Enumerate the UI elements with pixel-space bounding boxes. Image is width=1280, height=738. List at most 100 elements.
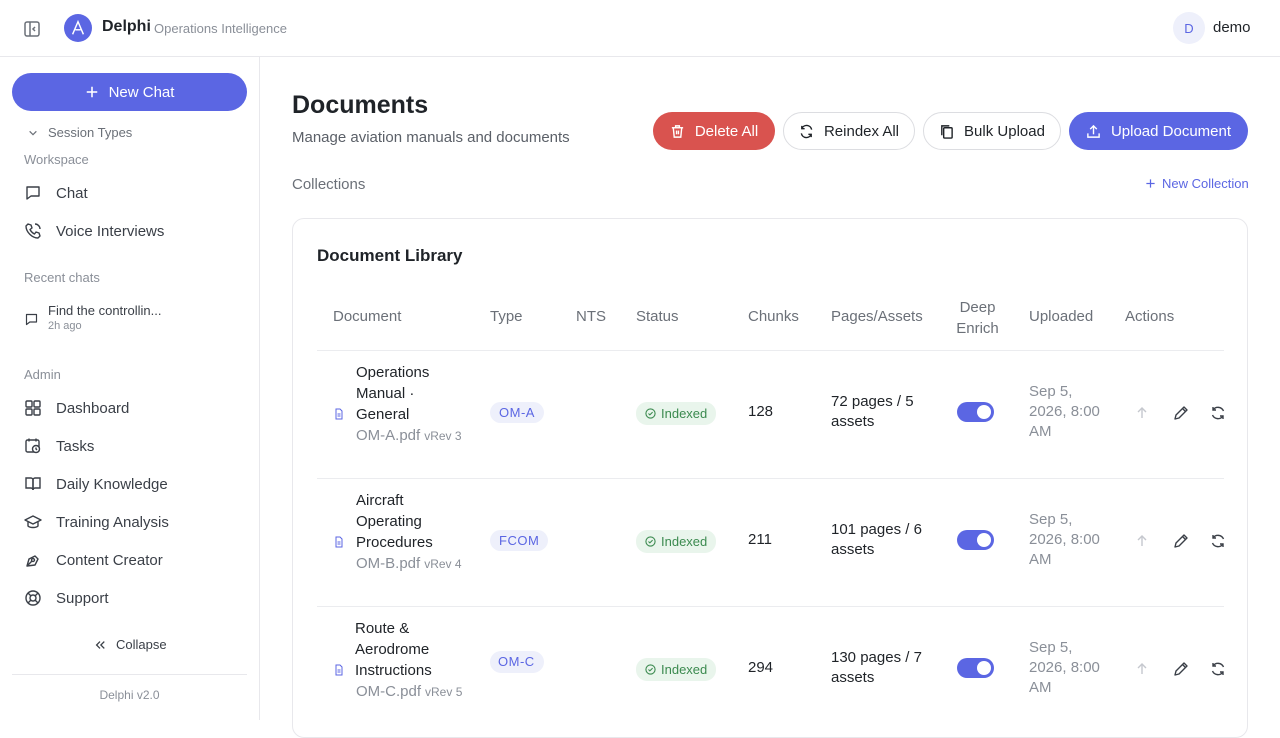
session-types-toggle[interactable]: Session Types [28,125,132,140]
app-subtitle: Operations Intelligence [154,21,287,36]
sidebar-item-label: Training Analysis [56,513,169,531]
recent-chat-time: 2h ago [48,320,82,332]
document-file: OM-A.pdf vRev 3 [356,426,486,446]
uploaded-value: Sep 5, 2026, 8:00 AM [1029,383,1100,440]
copy-icon [941,124,953,139]
recent-chats-label: Recent chats [24,270,100,285]
sidebar: New Chat Session Types Workspace Chat Vo… [0,57,260,720]
reindex-all-label: Reindex All [823,122,900,140]
document-file: OM-C.pdf vRev 5 [356,682,486,702]
admin-label: Admin [24,367,61,382]
table-row[interactable]: Aircraft Operating Procedures OM-B.pdf vR… [293,478,1247,606]
arrow-up-icon[interactable] [1133,532,1151,550]
workspace-label: Workspace [24,152,89,167]
new-collection-button[interactable]: New Collection [1145,176,1249,191]
edit-icon[interactable] [1172,532,1190,550]
logo-icon [64,14,92,42]
collapse-label: Collapse [116,637,167,652]
reindex-all-button[interactable]: Reindex All [783,112,915,150]
column-header-actions: Actions [1125,308,1175,325]
document-title: Route & Aerodrome Instructions [355,620,432,679]
status-label: Indexed [661,534,708,549]
sidebar-item-support[interactable]: Support [24,586,109,610]
column-header-chunks: Chunks [748,308,799,325]
status-label: Indexed [661,662,708,677]
sidebar-item-content-creator[interactable]: Content Creator [24,548,163,572]
pages-assets-value: 72 pages / 5 assets [831,393,914,430]
trash-icon [671,124,683,138]
recent-chat-item[interactable]: Find the controllin... 2h ago [24,303,161,332]
document-filename: OM-C.pdf [356,683,422,700]
sidebar-item-label: Content Creator [56,551,163,569]
bulk-upload-button[interactable]: Bulk Upload [923,112,1061,150]
column-header-uploaded: Uploaded [1029,308,1094,325]
deep-enrich-toggle[interactable] [957,530,994,550]
file-icon [335,408,343,420]
new-collection-label: New Collection [1162,176,1249,191]
document-library-title: Document Library [317,246,463,265]
status-label: Indexed [661,406,708,421]
type-badge: OM-C [490,651,544,673]
column-header-document: Document [333,308,402,325]
check-circle-icon [645,408,656,419]
sidebar-item-label: Support [56,589,109,607]
document-file: OM-B.pdf vRev 4 [356,554,486,574]
type-badge: FCOM [490,530,549,551]
check-circle-icon [645,536,656,547]
page-title: Documents [292,91,429,119]
table-row[interactable]: Route & Aerodrome Instructions OM-C.pdf v… [293,606,1247,734]
sidebar-item-tasks[interactable]: Tasks [24,434,94,458]
refresh-icon [800,124,813,138]
refresh-icon[interactable] [1209,660,1227,678]
arrow-up-icon[interactable] [1133,660,1151,678]
sidebar-item-training-analysis[interactable]: Training Analysis [24,510,169,534]
delete-all-label: Delete All [694,122,759,140]
refresh-icon[interactable] [1209,404,1227,422]
refresh-icon[interactable] [1209,532,1227,550]
plus-icon [86,86,97,98]
document-revision: vRev 4 [424,557,462,571]
deep-enrich-toggle[interactable] [957,402,994,422]
sidebar-toggle-icon[interactable] [22,19,42,39]
chevrons-left-icon [95,640,105,649]
delete-all-button[interactable]: Delete All [653,112,775,150]
sidebar-item-dashboard[interactable]: Dashboard [24,396,129,420]
sidebar-divider [12,674,247,675]
sidebar-item-label: Voice Interviews [56,222,165,240]
deep-enrich-toggle[interactable] [957,658,994,678]
uploaded-value: Sep 5, 2026, 8:00 AM [1029,639,1100,696]
uploaded-value: Sep 5, 2026, 8:00 AM [1029,511,1100,568]
file-icon [335,536,343,548]
upload-document-label: Upload Document [1110,122,1232,140]
collapse-button[interactable]: Collapse [94,637,167,652]
pages-assets-value: 101 pages / 6 assets [831,521,922,558]
upload-icon [1087,124,1100,138]
pages-assets-value: 130 pages / 7 assets [831,649,922,686]
arrow-up-icon[interactable] [1133,404,1151,422]
new-chat-button[interactable]: New Chat [12,73,247,111]
avatar[interactable]: D [1173,12,1205,44]
top-bar: Delphi Operations Intelligence D demo [0,0,1280,57]
status-badge: Indexed [636,402,717,425]
check-circle-icon [645,664,656,675]
sidebar-item-voice-interviews[interactable]: Voice Interviews [24,219,164,243]
dashboard-icon [25,400,41,416]
edit-icon[interactable] [1172,660,1190,678]
page-subtitle: Manage aviation manuals and documents [292,129,570,146]
upload-document-button[interactable]: Upload Document [1069,112,1248,150]
chunks-value: 211 [748,531,772,548]
bulk-upload-label: Bulk Upload [964,122,1045,140]
sidebar-item-chat[interactable]: Chat [24,181,88,205]
sidebar-item-label: Chat [56,184,88,202]
sidebar-item-label: Tasks [56,437,95,455]
session-types-label: Session Types [48,125,133,140]
book-icon [25,477,41,491]
table-row[interactable]: Operations Manual · General OM-A.pdf vRev… [293,350,1247,478]
column-header-type: Type [490,308,523,325]
sidebar-item-daily-knowledge[interactable]: Daily Knowledge [24,472,168,496]
recent-chat-title: Find the controllin... [48,303,162,318]
edit-icon[interactable] [1172,404,1190,422]
calendar-clock-icon [25,438,41,454]
column-header-nts: NTS [576,308,606,325]
user-name[interactable]: demo [1213,19,1251,36]
